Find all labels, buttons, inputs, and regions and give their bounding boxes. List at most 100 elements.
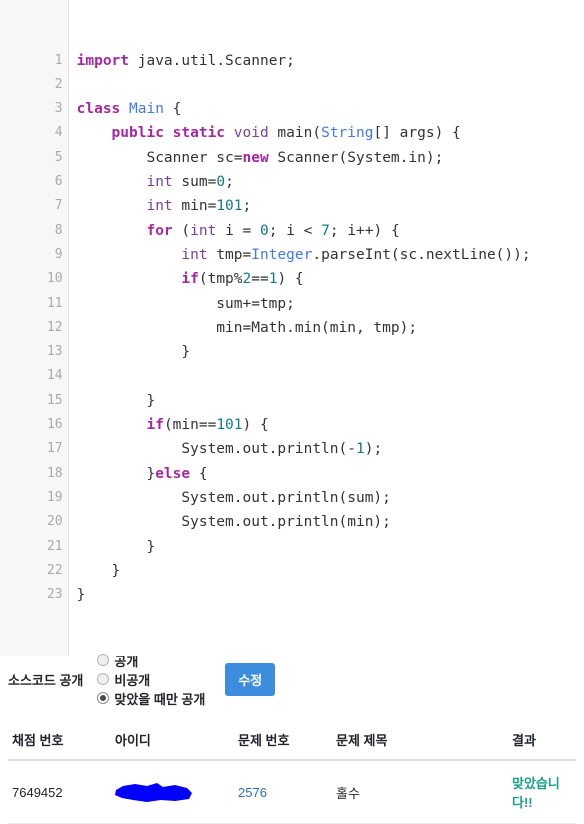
code-token: class — [76, 101, 121, 118]
line-number: 12 — [46, 319, 63, 335]
code-line: public static void main(String[] args) { — [77, 121, 584, 145]
code-line: System.out.println(min); — [77, 510, 584, 534]
line-number: 8 — [54, 222, 63, 238]
line-number-gutter: 1 2 3 4 5 6 7 8 9 10 11 12 13 14 15 16 17 18 19 20 21 22 23 — [0, 0, 69, 657]
code-token: new — [242, 149, 269, 166]
visibility-option-1[interactable]: 비공개 — [97, 670, 205, 689]
code-token: ); — [364, 441, 383, 458]
code-token: ) { — [242, 417, 269, 434]
code-token: } — [76, 587, 86, 604]
code-token: i = — [216, 222, 260, 239]
radio-button-icon[interactable] — [97, 673, 110, 686]
code-token: 101 — [216, 198, 243, 215]
code-line: System.out.println(sum); — [77, 486, 584, 510]
radio-button-icon[interactable] — [97, 692, 110, 705]
code-token: [] args) { — [373, 125, 461, 142]
code-line: if(tmp%2==1) { — [77, 267, 584, 291]
line-number: 20 — [46, 514, 63, 530]
code-token: min= — [172, 198, 217, 215]
line-number: 13 — [46, 344, 63, 360]
source-visibility-bar: 소스코드 공개 공개 비공개 맞았을 때만 공개 수정 — [0, 654, 584, 707]
line-number: 1 — [54, 52, 63, 68]
code-line: int tmp=Integer.parseInt(sc.nextLine()); — [77, 243, 584, 267]
line-number: 7 — [54, 198, 63, 214]
line-number: 22 — [46, 562, 63, 578]
code-token: String — [321, 125, 374, 142]
code-line: import java.util.Scanner; — [77, 49, 584, 73]
code-token: int — [181, 246, 208, 263]
code-line: for (int i = 0; i < 7; i++) { — [77, 219, 584, 243]
visibility-radio-group[interactable]: 공개 비공개 맞았을 때만 공개 — [97, 651, 217, 708]
code-token: Integer — [251, 246, 313, 263]
code-line: } — [77, 389, 584, 413]
code-token: (min== — [163, 417, 217, 434]
code-token: void — [233, 125, 269, 142]
line-number: 19 — [46, 489, 63, 505]
code-token: ; i++) { — [329, 222, 400, 239]
code-token: == — [251, 271, 269, 288]
line-number: 9 — [54, 246, 63, 262]
cell-user-id — [111, 760, 234, 824]
code-line: System.out.println(-1); — [77, 437, 584, 461]
problem-number-link[interactable]: 2576 — [238, 785, 267, 800]
line-number: 6 — [54, 174, 63, 190]
code-token: } — [76, 392, 156, 409]
code-token: ; — [242, 198, 252, 215]
code-token: int — [190, 222, 217, 239]
code-token: } — [76, 344, 191, 361]
line-number: 10 — [46, 271, 63, 287]
code-token: Scanner(System.in); — [268, 149, 444, 166]
line-number: 5 — [54, 149, 63, 165]
status-badge: 맞았습니다!! — [512, 776, 560, 811]
code-token: 2 — [242, 271, 252, 288]
visibility-option-label: 비공개 — [114, 672, 151, 688]
code-token: else — [155, 465, 191, 482]
code-token: java.util.Scanner; — [129, 52, 295, 69]
code-token: Main — [129, 101, 164, 118]
code-token: ) { — [277, 271, 304, 288]
code-token: System.out.println(- — [76, 441, 356, 458]
code-content[interactable]: import java.util.Scanner; class Main { p… — [68, 0, 584, 656]
source-code-viewer: 1 2 3 4 5 6 7 8 9 10 11 12 13 14 15 16 17 18 19 20 21 22 23 im… — [0, 0, 584, 657]
line-number: 21 — [46, 538, 63, 554]
radio-button-icon[interactable] — [97, 654, 110, 667]
code-token: System.out.println(sum); — [76, 489, 391, 506]
header-problem-title: 문제 제목 — [332, 724, 508, 762]
cell-solution-id: 7649452 — [8, 760, 111, 824]
code-token: 101 — [216, 417, 243, 434]
code-token: int — [146, 198, 173, 215]
code-token: public static — [111, 125, 226, 142]
line-number: 4 — [54, 125, 63, 141]
code-line: } — [77, 559, 584, 583]
code-token: sum= — [172, 174, 217, 191]
cell-problem-number: 2576 — [234, 760, 332, 824]
code-token: if — [181, 271, 199, 288]
code-token: } — [76, 562, 121, 579]
source-visibility-label: 소스코드 공개 — [8, 672, 84, 688]
code-token: tmp= — [207, 246, 252, 263]
code-token: System.out.println(min); — [76, 514, 391, 531]
redaction-scribble-icon — [115, 783, 192, 803]
line-number: 17 — [46, 441, 63, 457]
code-token: main( — [268, 125, 322, 142]
code-token: } — [76, 465, 156, 482]
code-token: for — [146, 222, 173, 239]
header-problem-number: 문제 번호 — [234, 724, 332, 762]
header-solution-id: 채점 번호 — [8, 724, 111, 762]
code-line: min=Math.min(min, tmp); — [77, 316, 584, 340]
line-number: 2 — [54, 76, 63, 92]
code-token: 0 — [216, 174, 226, 191]
edit-button[interactable]: 수정 — [225, 662, 276, 696]
line-number: 16 — [46, 417, 63, 433]
code-token: (tmp% — [198, 271, 243, 288]
code-token: if — [146, 417, 164, 434]
code-token: sum+=tmp; — [76, 295, 295, 312]
visibility-option-2[interactable]: 맞았을 때만 공개 — [97, 689, 205, 708]
